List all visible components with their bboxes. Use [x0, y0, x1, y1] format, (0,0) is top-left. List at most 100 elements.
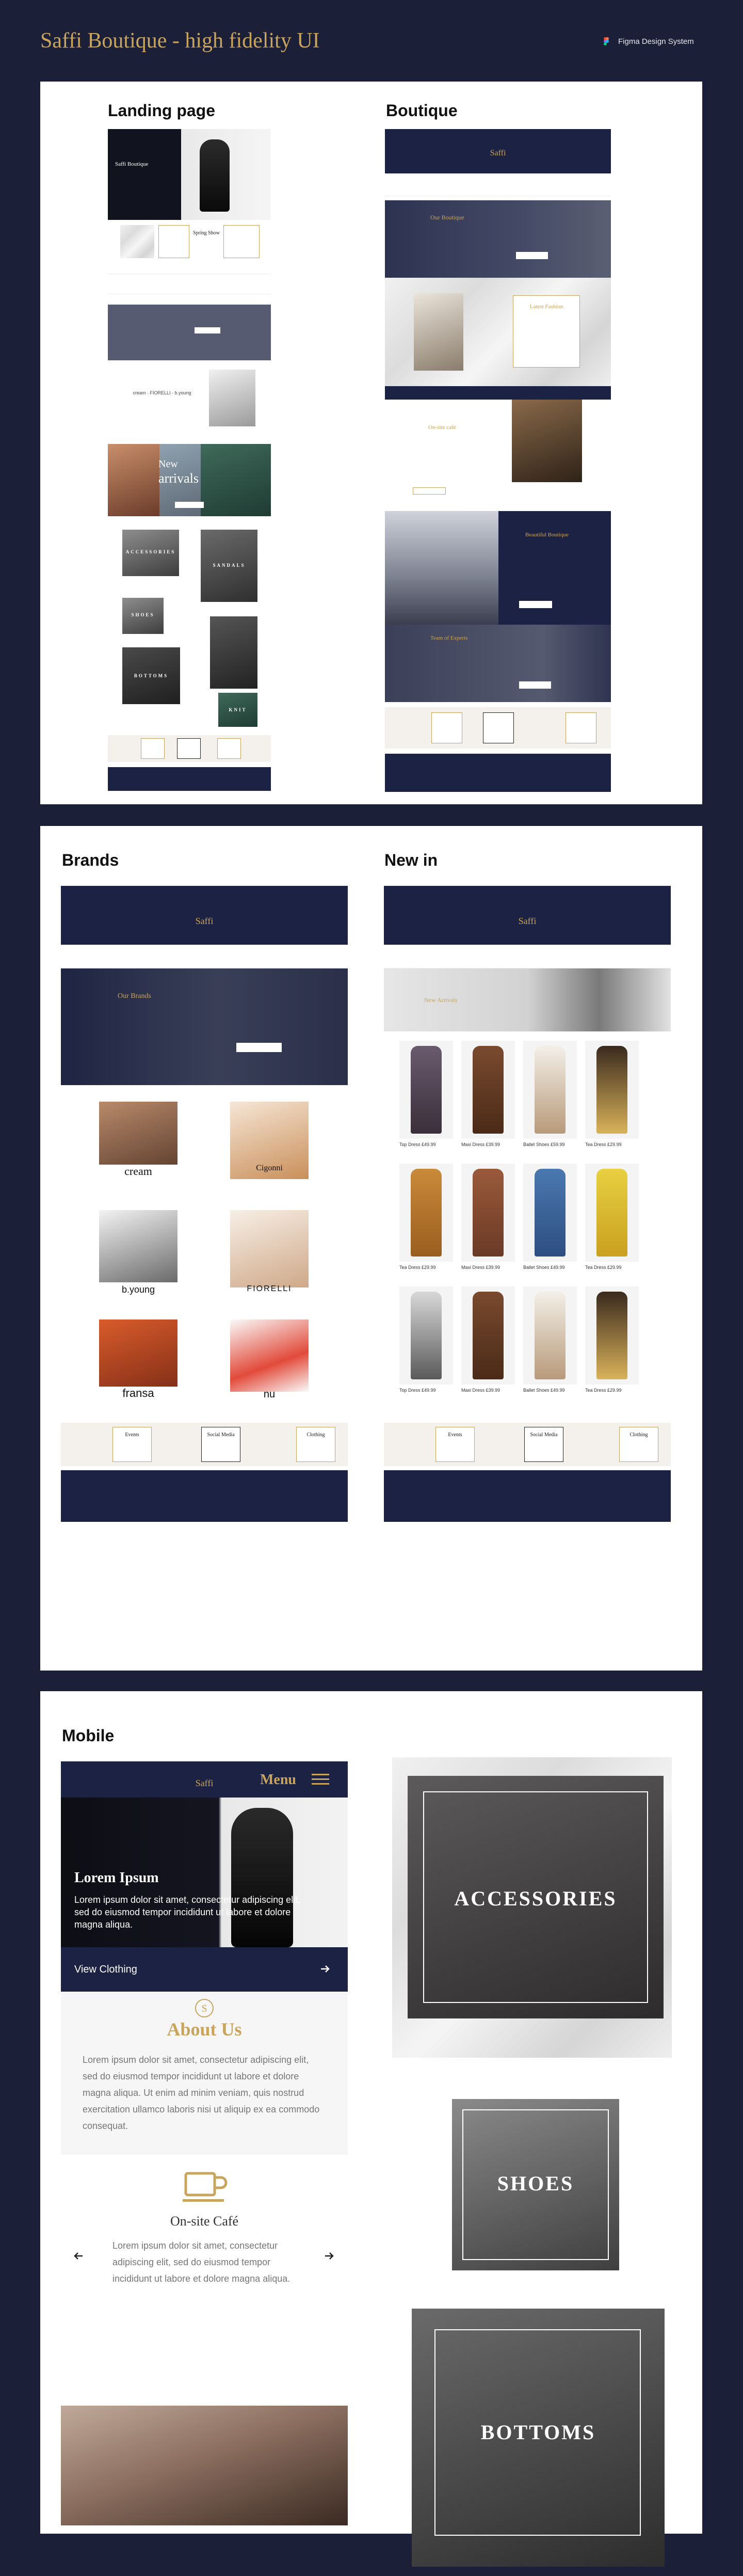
- brands-hero: Our Brands: [61, 968, 348, 1085]
- product-card[interactable]: [585, 1041, 639, 1139]
- boutique-store-photo: [385, 511, 498, 625]
- boutique-nav[interactable]: Saffi: [385, 129, 611, 173]
- mobile-tile-shoes[interactable]: SHOES: [452, 2099, 619, 2270]
- product-price: Tea Dress £29.99: [585, 1265, 622, 1270]
- newin-icons-row: [384, 945, 671, 968]
- product-card[interactable]: [461, 1041, 515, 1139]
- boutique-footer: [385, 754, 611, 792]
- product-price: Top Dress £49.99: [399, 1142, 436, 1147]
- product-card[interactable]: [523, 1164, 577, 1262]
- mobile-hero-title: Lorem Ipsum: [74, 1870, 159, 1886]
- landing-new-arrivals[interactable]: New arrivals: [108, 444, 271, 516]
- mobile-cafe: On-site Café Lorem ipsum dolor sit amet,…: [61, 2155, 348, 2341]
- brands-promo-strip: Events Social Media Clothing: [61, 1423, 348, 1466]
- newin-hero: New Arrivals: [384, 968, 671, 1031]
- landing-hero-title: Saffi Boutique: [115, 161, 149, 167]
- brand-byoung-photo[interactable]: [99, 1210, 177, 1282]
- boutique-team-band: Team of Experts: [385, 625, 611, 702]
- hamburger-icon[interactable]: [312, 1773, 329, 1786]
- product-image: [473, 1046, 504, 1134]
- latest-fashion-title: Latest Fashion: [529, 304, 563, 310]
- product-image: [473, 1292, 504, 1379]
- product-card[interactable]: [399, 1286, 453, 1385]
- design-system-label[interactable]: Figma Design System: [618, 37, 694, 46]
- landing-tile-shoes[interactable]: SHOES: [122, 598, 164, 634]
- brand-byoung-name: b.young: [121, 1284, 155, 1295]
- product-price: Top Dress £49.99: [399, 1388, 436, 1393]
- brand-fiorelli-photo[interactable]: [230, 1210, 309, 1287]
- newin-product-grid: Top Dress £49.99 Maxi Dress £39.99 Ballet …: [384, 1041, 671, 1402]
- product-card[interactable]: [585, 1164, 639, 1262]
- section-title-landing: Landing page: [108, 101, 215, 120]
- landing-tile-accessories[interactable]: ACCESSORIES: [122, 530, 179, 576]
- cup-icon: [183, 2170, 228, 2204]
- product-image: [596, 1292, 627, 1379]
- newin-promo-strip: Events Social Media Clothing: [384, 1423, 671, 1466]
- card-mobile: Mobile Saffi Menu Lorem Ipsum Lorem ipsu…: [40, 1691, 702, 2567]
- section-title-mobile: Mobile: [62, 1726, 115, 1745]
- section-title-boutique: Boutique: [386, 101, 458, 120]
- newin-logo[interactable]: Saffi: [513, 916, 542, 927]
- brands-mockup[interactable]: Saffi Our Brands cream Cigonni b.young F…: [61, 886, 348, 1524]
- mobile-about-title: About Us: [167, 2019, 242, 2040]
- mobile-tile-bottoms[interactable]: BOTTOMS: [412, 2309, 665, 2567]
- product-image: [535, 1292, 566, 1379]
- view-clothing-label: View Clothing: [74, 1964, 137, 1975]
- product-price: Maxi Dress £39.99: [461, 1265, 500, 1270]
- landing-tile-sandals[interactable]: SANDALS: [201, 530, 257, 602]
- product-image: [411, 1292, 442, 1379]
- section-title-brands: Brands: [62, 851, 119, 869]
- landing-tile-knit[interactable]: KNIT: [218, 693, 257, 727]
- mobile-tile-accessories-label: ACCESSORIES: [454, 1887, 617, 1910]
- mobile-cafe-title: On-site Café: [170, 2214, 239, 2229]
- carousel-prev-icon[interactable]: [73, 2251, 84, 2261]
- product-card[interactable]: [461, 1286, 515, 1385]
- product-card[interactable]: [399, 1041, 453, 1139]
- product-card[interactable]: [523, 1041, 577, 1139]
- mobile-tile-shoes-label: SHOES: [497, 2172, 574, 2195]
- page-title: Saffi Boutique - high fidelity UI: [40, 29, 320, 53]
- newin-nav[interactable]: Saffi: [384, 886, 671, 945]
- figma-icon: [604, 37, 609, 45]
- landing-icons-strip: [108, 274, 271, 294]
- product-price: Tea Dress £29.99: [399, 1265, 436, 1270]
- carousel-next-icon[interactable]: [324, 2251, 334, 2261]
- mobile-hero-text: Lorem ipsum dolor sit amet, consectetur …: [74, 1895, 301, 1930]
- view-clothing-button[interactable]: View Clothing: [61, 1947, 348, 1992]
- product-image: [535, 1046, 566, 1134]
- landing-mockup[interactable]: Saffi Boutique Spring Show cream · FIORE…: [108, 129, 271, 791]
- new-arrivals-sub: arrivals: [158, 471, 199, 486]
- product-price: Ballet Shoes £49.99: [523, 1388, 565, 1393]
- boutique-about-band: Our Boutique: [385, 200, 611, 278]
- product-image: [596, 1046, 627, 1134]
- mobile-logo[interactable]: Saffi: [190, 1778, 219, 1789]
- boutique-cafe: On-site café: [385, 400, 611, 503]
- mobile-cafe-text: Lorem ipsum dolor sit amet, consectetur …: [112, 2240, 290, 2284]
- product-image: [596, 1169, 627, 1257]
- mobile-screen[interactable]: Saffi Menu Lorem Ipsum Lorem ipsum dolor…: [61, 1761, 348, 2525]
- newin-mockup[interactable]: Saffi New Arrivals Top Dress £49.99 Maxi …: [384, 886, 671, 1526]
- menu-label[interactable]: Menu: [260, 1772, 296, 1788]
- boutique-logo[interactable]: Saffi: [485, 149, 511, 158]
- boutique-mockup[interactable]: Saffi Our Boutique Latest Fashion On-sit…: [385, 129, 611, 792]
- product-image: [473, 1169, 504, 1257]
- brands-logo[interactable]: Saffi: [190, 916, 219, 927]
- mobile-nav[interactable]: Saffi Menu: [61, 1761, 348, 1798]
- landing-promo-strip: [108, 735, 271, 762]
- product-card[interactable]: [399, 1164, 453, 1262]
- mobile-hero: Lorem Ipsum Lorem ipsum dolor sit amet, …: [61, 1798, 348, 1947]
- product-card[interactable]: [585, 1286, 639, 1385]
- landing-promo-title: Spring Show: [193, 230, 220, 236]
- landing-tile-bottoms[interactable]: BOTTOMS: [122, 647, 180, 704]
- mobile-tile-bottoms-label: BOTTOMS: [480, 2421, 596, 2444]
- product-card[interactable]: [523, 1286, 577, 1385]
- product-card[interactable]: [461, 1164, 515, 1262]
- brands-nav[interactable]: Saffi: [61, 886, 348, 945]
- newin-hero-title: New Arrivals: [424, 996, 458, 1004]
- mobile-tile-accessories[interactable]: ACCESSORIES: [392, 1757, 672, 2058]
- mobile-about: S About Us Lorem ipsum dolor sit amet, c…: [61, 1992, 348, 2155]
- brand-nu-photo[interactable]: [230, 1319, 309, 1392]
- hero-model-figure: [200, 139, 230, 212]
- brand-cream-name: cream: [99, 1165, 177, 1178]
- arrow-right-icon: [320, 1964, 330, 1974]
